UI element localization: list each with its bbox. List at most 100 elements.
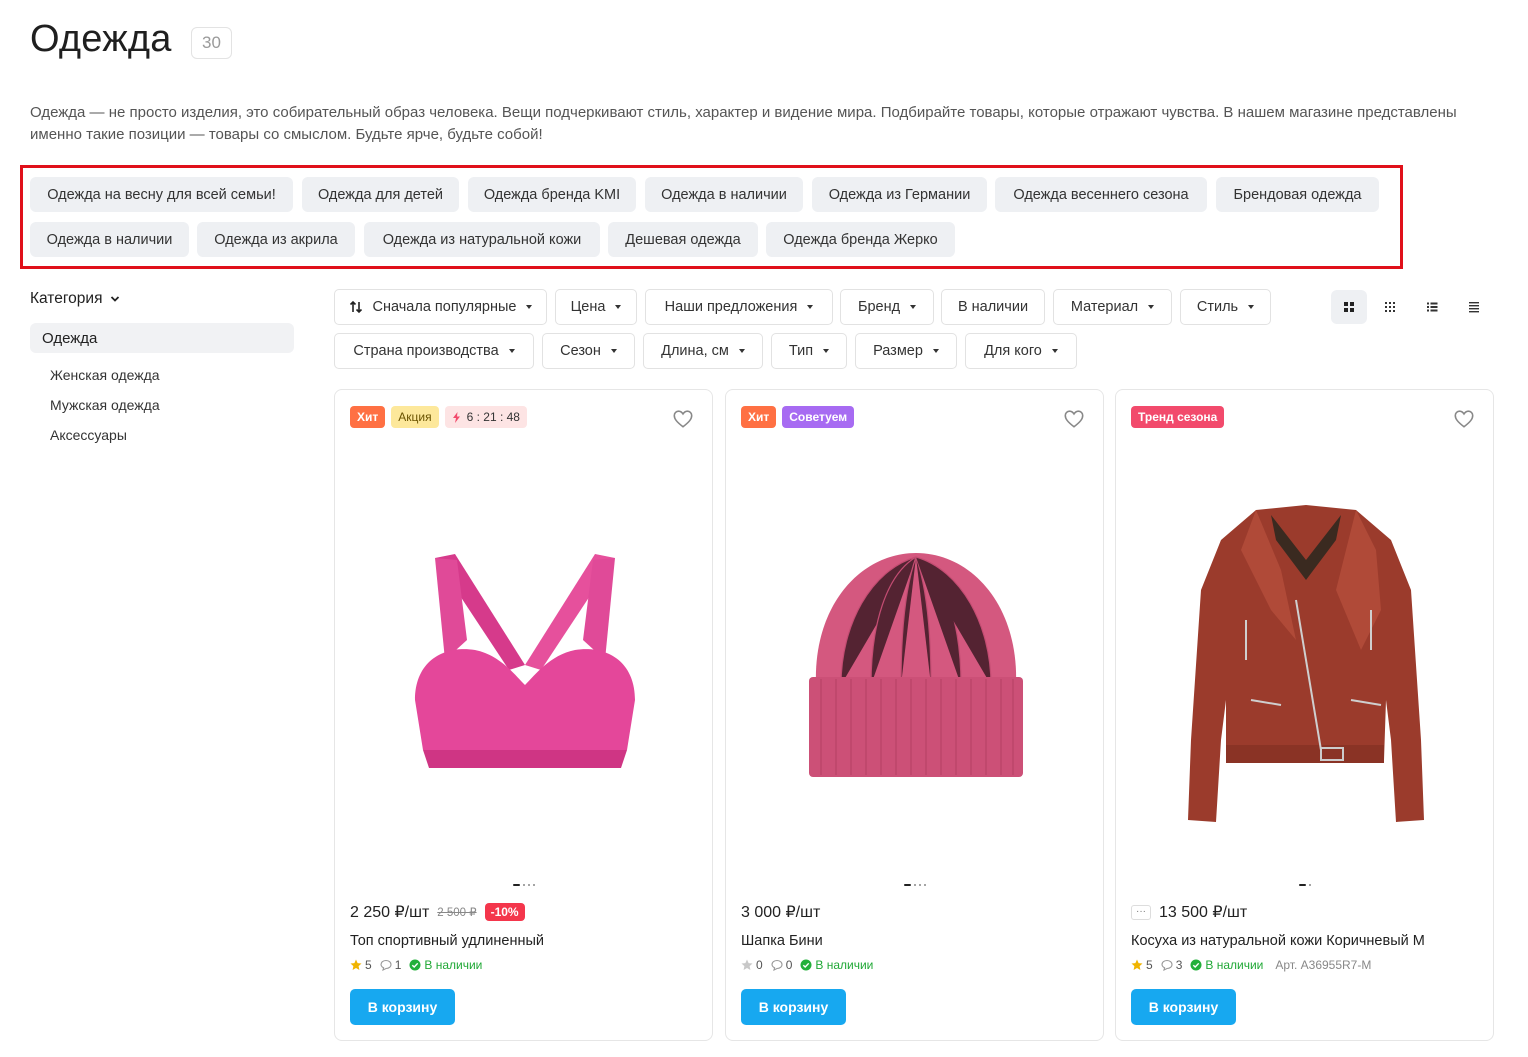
product-card[interactable]: Хит Советуем 3 000 ₽/шт Шапка Бини 0 0 В… [725,389,1104,1041]
product-count-badge: 30 [191,27,232,59]
tag-link[interactable]: Одежда из Германии [812,177,987,212]
star-icon [741,959,753,970]
recommend-badge: Советуем [782,406,855,428]
check-circle-icon [800,959,812,971]
trend-badge: Тренд сезона [1131,406,1225,428]
heart-icon[interactable] [1453,408,1475,430]
star-icon [350,959,362,970]
tag-link[interactable]: Одежда в наличии [30,222,189,257]
tag-link[interactable]: Одежда для детей [302,177,459,212]
filter-audience[interactable]: Для кого [965,333,1077,369]
grid-large-icon[interactable] [1331,290,1367,324]
image-pager[interactable] [335,884,712,886]
filter-label: Стиль [1196,299,1239,315]
product-name[interactable]: Шапка Бини [741,933,823,949]
filter-label: Длина, см [661,343,729,359]
filter-offers[interactable]: Наши предложения [645,289,833,325]
promo-badge: Акция [391,406,439,428]
check-circle-icon [1190,959,1202,971]
product-image[interactable] [766,460,1066,870]
filter-season[interactable]: Сезон [542,333,635,369]
filter-brand[interactable]: Бренд [840,289,934,325]
filter-label: Бренд [857,299,901,315]
sidebar-item-men[interactable]: Мужская одежда [50,397,160,413]
caret-down-icon [738,349,745,353]
caret-down-icon [508,349,515,353]
filter-label: В наличии [957,299,1029,315]
caret-down-icon [823,349,830,353]
grid-small-icon[interactable] [1372,290,1408,324]
filter-label: Цена [570,299,606,315]
rating-value: 0 [756,958,763,972]
tag-link[interactable]: Брендовая одежда [1216,177,1379,212]
product-name[interactable]: Топ спортивный удлиненный [350,933,544,949]
tag-link[interactable]: Одежда бренда Жерко [766,222,955,257]
comment-icon [771,959,783,971]
filter-label: Наши предложения [664,299,798,315]
caret-down-icon [807,305,814,309]
page-title: Одежда [30,18,172,60]
rating-value: 5 [365,958,372,972]
heart-icon[interactable] [1063,408,1085,430]
tag-link[interactable]: Одежда на весну для всей семьи! [30,177,293,212]
timer-badge: 6 : 21 : 48 [444,406,527,428]
sort-label: Сначала популярные [372,299,517,315]
product-image[interactable] [375,460,675,870]
filter-size[interactable]: Размер [855,333,957,369]
caret-down-icon [1248,305,1255,309]
hit-badge: Хит [350,406,386,428]
tag-link[interactable]: Одежда бренда KMI [468,177,636,212]
add-to-cart-button[interactable]: В корзину [350,989,455,1025]
filter-price[interactable]: Цена [555,289,637,325]
product-card[interactable]: Хит Акция 6 : 21 : 48 2 250 ₽/шт 2 500 ₽… [334,389,713,1041]
sidebar-item-active[interactable]: Одежда [30,323,294,353]
sidebar-item-accessories[interactable]: Аксессуары [50,427,127,443]
filter-label: Сезон [560,343,601,359]
list-icon[interactable] [1414,290,1450,324]
sidebar-item-women[interactable]: Женская одежда [50,367,160,383]
comment-icon [380,959,392,971]
category-description: Одежда — не просто изделия, это собирате… [30,104,1457,143]
article-number: Арт. A36955R7-M [1275,958,1372,972]
filter-label: Тип [788,343,814,359]
caret-down-icon [615,305,622,309]
hit-badge: Хит [741,406,777,428]
tag-link[interactable]: Одежда весеннего сезона [995,177,1207,212]
stock-status: В наличии [815,958,874,972]
product-price: 2 250 ₽/шт [350,904,430,921]
compact-list-icon[interactable] [1456,290,1492,324]
tag-link[interactable]: Одежда в наличии [645,177,803,212]
caret-down-icon [1051,349,1058,353]
check-circle-icon [409,959,421,971]
filter-length[interactable]: Длина, см [643,333,763,369]
category-toggle[interactable]: Категория [30,290,120,308]
filter-label: Для кого [984,343,1042,359]
tag-link[interactable]: Одежда из акрила [197,222,355,257]
heart-icon[interactable] [672,408,694,430]
timer-value: 6 : 21 : 48 [466,410,520,424]
add-to-cart-button[interactable]: В корзину [1131,989,1236,1025]
product-name[interactable]: Косуха из натуральной кожи Коричневый M [1131,933,1425,949]
caret-down-icon [610,349,617,353]
product-image[interactable] [1156,460,1456,870]
filter-label: Материал [1070,299,1139,315]
product-card[interactable]: Тренд сезона ··· 13 500 ₽/шт Косуха из н… [1115,389,1494,1041]
stock-status: В наличии [1205,958,1264,972]
image-pager[interactable] [1116,884,1493,886]
filter-in-stock[interactable]: В наличии [941,289,1045,325]
filter-material[interactable]: Материал [1053,289,1172,325]
image-pager[interactable] [726,884,1103,886]
filter-country[interactable]: Страна производства [334,333,534,369]
more-options-button[interactable]: ··· [1131,904,1151,920]
comment-icon [1161,959,1173,971]
filter-label: Размер [873,343,923,359]
add-to-cart-button[interactable]: В корзину [741,989,846,1025]
tag-link[interactable]: Одежда из натуральной кожи [364,222,600,257]
lightning-icon [452,411,460,423]
caret-down-icon [1148,305,1155,309]
sort-dropdown[interactable]: Сначала популярные [334,289,547,325]
tag-link[interactable]: Дешевая одежда [608,222,758,257]
filter-type[interactable]: Тип [771,333,847,369]
filter-style[interactable]: Стиль [1180,289,1271,325]
filter-label: Страна производства [353,343,499,359]
